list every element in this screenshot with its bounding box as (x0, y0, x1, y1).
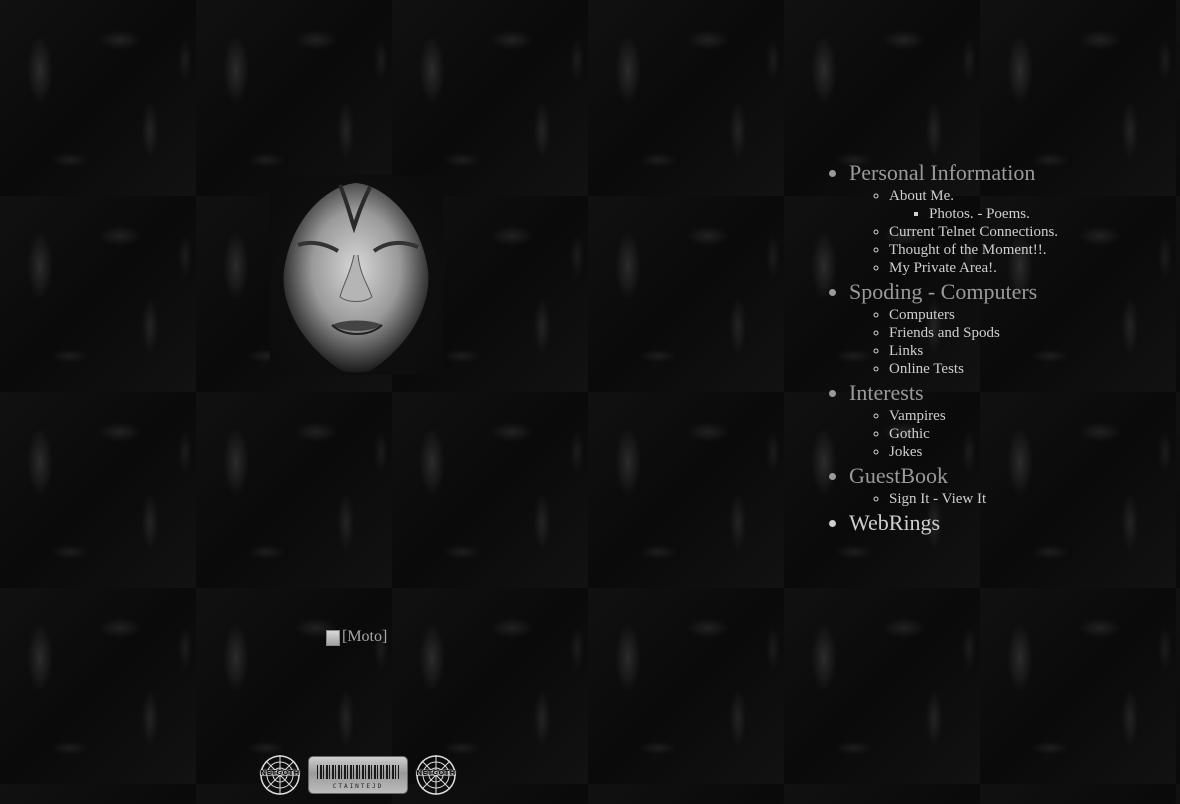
moto-image-placeholder: [Moto] (326, 628, 387, 646)
broken-image-icon (326, 630, 340, 646)
nav-subsubsection-list: Photos. - Poems. (889, 205, 1169, 223)
nav-section-title[interactable]: WebRings (849, 510, 940, 535)
netgoth-badge-right[interactable]: NETGOTH (414, 754, 458, 796)
nav-section-title[interactable]: GuestBook (849, 463, 948, 488)
nav-subsection-list: Sign It - View It (849, 490, 1169, 508)
nav-link-my-private-area: My Private Area!. (889, 259, 1169, 277)
nav-link-label[interactable]: About Me. (889, 188, 954, 204)
nav-link-label[interactable]: Sign It - View It (889, 491, 986, 507)
nav-section-title[interactable]: Spoding - Computers (849, 279, 1037, 304)
nav-link-label[interactable]: Links (889, 343, 923, 359)
nav-link-photos-poems: Photos. - Poems. (929, 205, 1169, 223)
nav-link-label[interactable]: Photos. - Poems. (929, 206, 1030, 222)
netgoth-badge-left[interactable]: NETGOTH (258, 754, 302, 796)
netgoth-badge-right-text: NETGOTH (416, 769, 456, 777)
face-image-art (283, 183, 429, 373)
nav-link-jokes: Jokes (889, 443, 1169, 461)
nav-section-interests: Interests Vampires Gothic Jokes (849, 378, 1169, 461)
nav-link-label[interactable]: Current Telnet Connections. (889, 224, 1058, 240)
nav-subsection-list: About Me. Photos. - Poems. Current Telne… (849, 187, 1169, 277)
nav-link-current-telnet-connections: Current Telnet Connections. (889, 223, 1169, 241)
nav-section-personal-information: Personal Information About Me. Photos. -… (849, 158, 1169, 277)
barcode-badge-text: CTAINTEJD (332, 783, 384, 790)
nav-link-vampires: Vampires (889, 407, 1169, 425)
nav-link-label[interactable]: Friends and Spods (889, 325, 1000, 341)
moto-image-alt-text: [Moto] (342, 628, 388, 645)
nav-section-spoding-computers: Spoding - Computers Computers Friends an… (849, 277, 1169, 378)
nav-link-label[interactable]: Gothic (889, 426, 930, 442)
nav-section-title[interactable]: Personal Information (849, 160, 1035, 185)
nav-link-links: Links (889, 342, 1169, 360)
nav-link-label[interactable]: Jokes (889, 444, 922, 460)
nav-link-label[interactable]: Computers (889, 307, 955, 323)
site-navigation: Personal Information About Me. Photos. -… (809, 158, 1169, 537)
nav-link-label[interactable]: My Private Area!. (889, 260, 997, 276)
nav-sections: Personal Information About Me. Photos. -… (809, 158, 1169, 537)
nav-section-webrings: WebRings (849, 508, 1169, 537)
badge-row: NETGOTH CTAINTEJD NETGOTH (258, 754, 458, 796)
nav-link-computers: Computers (889, 306, 1169, 324)
nav-link-thought-of-the-moment: Thought of the Moment!!. (889, 241, 1169, 259)
face-image (270, 175, 443, 375)
nav-subsection-list: Vampires Gothic Jokes (849, 407, 1169, 461)
nav-link-friends-and-spods: Friends and Spods (889, 324, 1169, 342)
barcode-badge[interactable]: CTAINTEJD (308, 756, 408, 794)
nav-link-label[interactable]: Thought of the Moment!!. (889, 242, 1046, 258)
nav-link-about-me: About Me. Photos. - Poems. (889, 187, 1169, 223)
netgoth-badge-left-text: NETGOTH (260, 769, 300, 777)
nav-link-sign-view-guestbook: Sign It - View It (889, 490, 1169, 508)
nav-subsection-list: Computers Friends and Spods Links Online… (849, 306, 1169, 378)
barcode-icon (317, 765, 399, 779)
nav-link-label[interactable]: Online Tests (889, 361, 964, 377)
nav-section-guestbook: GuestBook Sign It - View It (849, 461, 1169, 508)
nav-link-label[interactable]: Vampires (889, 408, 946, 424)
nav-section-title[interactable]: Interests (849, 380, 924, 405)
nav-link-online-tests: Online Tests (889, 360, 1169, 378)
nav-link-gothic: Gothic (889, 425, 1169, 443)
